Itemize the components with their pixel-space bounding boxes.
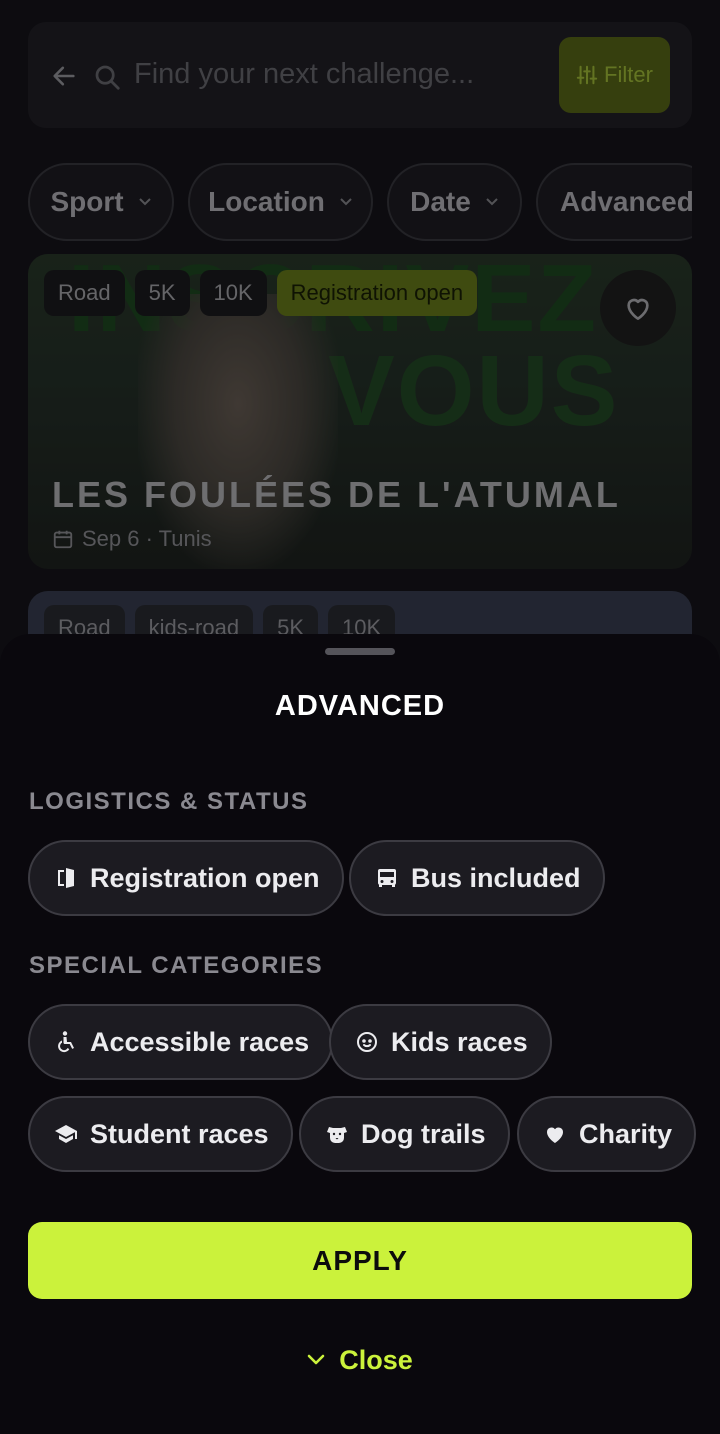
option-accessible-races[interactable]: Accessible races [28,1004,334,1080]
chevron-down-icon [307,1354,325,1365]
option-label: Kids races [391,1026,528,1057]
sheet-title: ADVANCED [274,690,446,722]
apply-button[interactable]: APPLY [28,1222,692,1299]
close-button-label: Close [339,1344,413,1375]
option-label: Accessible races [90,1026,310,1057]
graduation-cap-icon [55,1125,77,1143]
option-label: Dog trails [361,1118,486,1149]
option-label: Student races [90,1118,269,1149]
option-label: Registration open [90,862,320,893]
option-kids-races[interactable]: Kids races [329,1004,552,1080]
option-dog-trails[interactable]: Dog trails [299,1096,510,1172]
sheet-drag-handle[interactable] [325,648,395,655]
option-label: Charity [579,1118,673,1149]
option-bus-included[interactable]: Bus included [349,840,605,916]
close-button[interactable]: Close [0,1340,720,1380]
dog-icon [327,1127,347,1143]
door-open-icon [58,868,74,888]
section-label-special: SPECIAL CATEGORIES [29,952,324,979]
child-face-icon [357,1032,377,1052]
option-label: Bus included [411,862,581,893]
option-charity[interactable]: Charity [517,1096,697,1172]
section-label-logistics: LOGISTICS & STATUS [29,788,309,815]
option-registration-open[interactable]: Registration open [28,840,344,916]
advanced-filter-sheet: ADVANCED LOGISTICS & STATUS Registration… [0,634,720,1434]
heart-icon [547,1127,563,1143]
option-student-races[interactable]: Student races [28,1096,293,1172]
accessible-icon [58,1031,74,1053]
bus-icon [378,869,396,887]
